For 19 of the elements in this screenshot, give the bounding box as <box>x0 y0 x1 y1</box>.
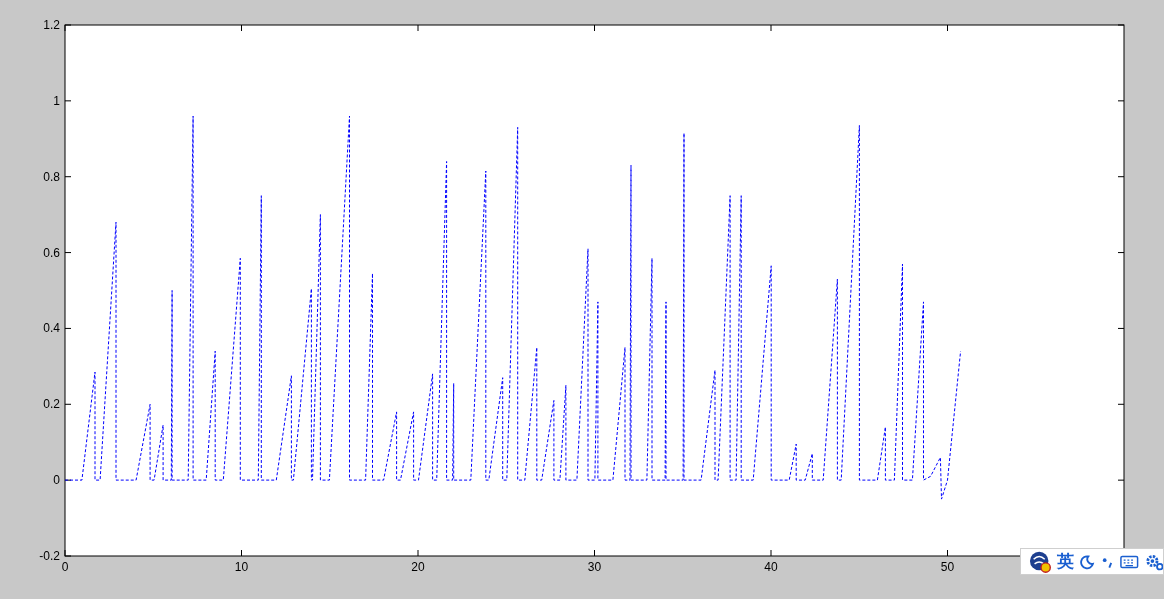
tick-label: 1.2 <box>43 18 60 32</box>
tick-label: 20 <box>411 560 425 574</box>
tick-label: 0.8 <box>43 169 60 184</box>
tick-label: 10 <box>234 560 249 574</box>
tick-label: 30 <box>587 560 602 574</box>
tick-label: 50 <box>940 560 955 574</box>
moon-icon[interactable] <box>1080 553 1096 570</box>
language-toggle[interactable]: 英 <box>1057 553 1075 570</box>
settings-icon[interactable] <box>1144 552 1163 571</box>
tick-label: 0.2 <box>43 397 60 412</box>
tick-label: -0.2 <box>39 549 60 563</box>
keyboard-icon[interactable] <box>1120 554 1139 569</box>
tick-label: 0 <box>53 473 60 488</box>
tick-label: 0.4 <box>43 321 60 336</box>
tick-label: 0.6 <box>43 245 60 260</box>
tick-label: 0 <box>61 560 69 574</box>
logo-icon[interactable] <box>1029 549 1052 574</box>
tick-label: 1 <box>53 93 60 108</box>
tick-label: 40 <box>764 560 778 574</box>
